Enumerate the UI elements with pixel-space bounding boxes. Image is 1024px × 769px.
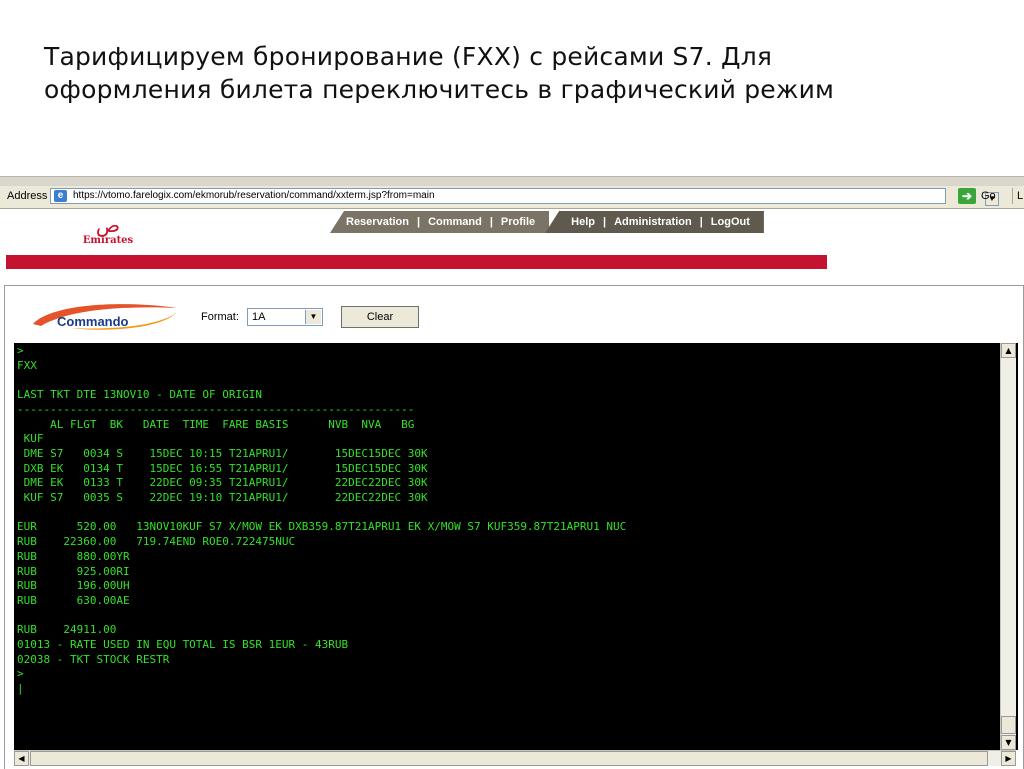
nav-separator: |: [416, 216, 421, 228]
address-label: Address: [7, 190, 48, 202]
terminal-line: RUB 630.00AE: [17, 593, 130, 607]
terminal-text: > FXX LAST TKT DTE 13NOV10 - DATE OF ORI…: [17, 344, 626, 697]
vertical-scrollbar[interactable]: ▲ ▼: [1000, 343, 1016, 750]
slide-title: Тарифицируем бронирование (FXX) с рейсам…: [44, 40, 1004, 106]
format-select[interactable]: 1A ▼: [247, 308, 323, 326]
nav-profile[interactable]: Profile: [501, 216, 535, 228]
nav-separator: |: [699, 216, 703, 228]
terminal-line: 01013 - RATE USED IN EQU TOTAL IS BSR 1E…: [17, 638, 349, 652]
emirates-emblem-icon: ص: [95, 213, 121, 237]
format-label: Format:: [201, 311, 239, 323]
horizontal-scrollbar[interactable]: ◀ ▶: [14, 750, 1016, 766]
nav-help[interactable]: Help: [571, 216, 595, 228]
slide-title-line-1: Тарифицируем бронирование (FXX) с рейсам…: [44, 42, 773, 71]
terminal-line: >: [17, 667, 24, 681]
scroll-right-icon[interactable]: ▶: [1001, 751, 1016, 766]
terminal-line: KUF: [17, 432, 44, 446]
nav-separator: |: [489, 216, 493, 228]
address-input[interactable]: e https://vtomo.farelogix.com/ekmorub/re…: [50, 188, 999, 206]
terminal-line: DME S7 0034 S 15DEC 10:15 T21APRU1/ 15DE…: [17, 446, 428, 460]
scroll-left-icon[interactable]: ◀: [14, 751, 29, 766]
nav-logout[interactable]: LogOut: [711, 216, 750, 228]
terminal-line: DXB EK 0134 T 15DEC 16:55 T21APRU1/ 15DE…: [17, 461, 428, 475]
terminal-line: AL FLGT BK DATE TIME FARE BASIS NVB NVA …: [17, 417, 415, 431]
terminal-line: DME EK 0133 T 22DEC 09:35 T21APRU1/ 22DE…: [17, 476, 428, 490]
slide-title-line-2: оформления билета переключитесь в графич…: [44, 75, 835, 104]
terminal-line: LAST TKT DTE 13NOV10 - DATE OF ORIGIN: [17, 388, 263, 402]
vertical-scroll-thumb[interactable]: [1001, 716, 1016, 734]
nav-reservation[interactable]: Reservation: [346, 216, 409, 228]
nav-primary: Reservation | Command | Profile: [330, 211, 550, 233]
commando-logo-text: Commando: [57, 314, 129, 329]
terminal-line: KUF S7 0035 S 22DEC 19:10 T21APRU1/ 22DE…: [17, 491, 428, 505]
brand-red-bar: [6, 255, 827, 269]
chevron-down-icon[interactable]: ▼: [305, 310, 321, 324]
links-button[interactable]: L: [1012, 188, 1024, 204]
nav-administration[interactable]: Administration: [614, 216, 692, 228]
terminal-line: RUB 925.00RI: [17, 564, 130, 578]
main-nav: Reservation | Command | Profile Help | A…: [330, 211, 764, 233]
nav-secondary: Help | Administration | LogOut: [545, 211, 764, 233]
go-button[interactable]: Go: [981, 190, 996, 202]
app-header: ص Emirates Reservation | Command | Profi…: [0, 209, 1024, 279]
terminal-line: RUB 880.00YR: [17, 549, 130, 563]
terminal-line: RUB 196.00UH: [17, 579, 130, 593]
terminal-output[interactable]: > FXX LAST TKT DTE 13NOV10 - DATE OF ORI…: [14, 343, 1018, 750]
terminal-line: RUB 24911.00: [17, 623, 117, 637]
terminal-line: >: [17, 344, 24, 357]
terminal-line: RUB 22360.00 719.74END ROE0.722475NUC: [17, 535, 296, 549]
terminal-line: 02038 - TKT STOCK RESTR: [17, 652, 170, 666]
terminal-line: EUR 520.00 13NOV10KUF S7 X/MOW EK DXB359…: [17, 520, 627, 534]
format-value: 1A: [252, 311, 266, 323]
terminal-line: FXX: [17, 358, 37, 372]
scroll-down-icon[interactable]: ▼: [1001, 735, 1016, 750]
emirates-logo-text: Emirates: [82, 235, 134, 246]
go-arrow-icon[interactable]: ➔: [958, 188, 976, 204]
terminal-line: |: [17, 682, 24, 696]
nav-command[interactable]: Command: [428, 216, 482, 228]
scroll-up-icon[interactable]: ▲: [1001, 343, 1016, 358]
horizontal-scroll-thumb[interactable]: [30, 751, 988, 766]
terminal-line: ----------------------------------------…: [17, 402, 415, 416]
emirates-logo[interactable]: ص Emirates: [78, 215, 138, 247]
clear-button[interactable]: Clear: [341, 306, 419, 328]
nav-separator: |: [603, 216, 607, 228]
ie-page-icon: e: [54, 190, 67, 202]
address-url: https://vtomo.farelogix.com/ekmorub/rese…: [73, 190, 435, 201]
address-bar: Address e https://vtomo.farelogix.com/ek…: [0, 186, 1024, 209]
